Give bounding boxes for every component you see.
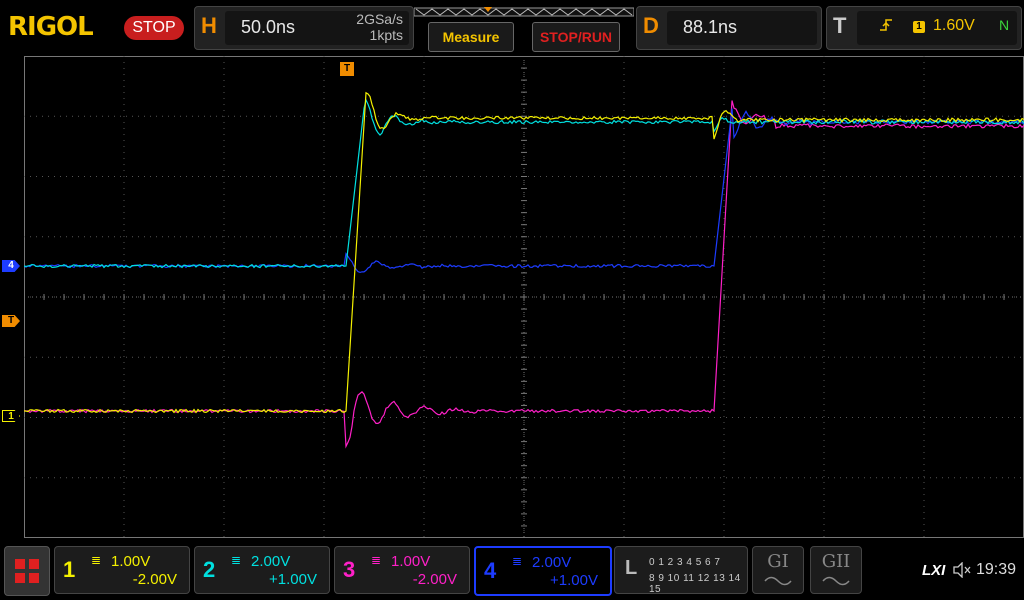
logic-key: L — [625, 557, 637, 580]
speaker-muted-icon[interactable] — [952, 562, 972, 582]
channel-3-scale: 1.00V — [391, 553, 430, 570]
channel-1-number: 1 — [63, 557, 75, 583]
channel-2-scale: 2.00V — [251, 553, 290, 570]
sine-wave-icon — [763, 574, 793, 588]
delay-panel[interactable]: D 88.1ns — [636, 6, 822, 50]
channel-4-number: 4 — [484, 558, 496, 584]
graticule — [24, 56, 1024, 538]
channel-2-panel[interactable]: 2 ≣ 2.00V +1.00V — [194, 546, 330, 594]
horizontal-key: H — [201, 13, 217, 39]
logic-channels-row1: 0 1 2 3 4 5 6 7 — [649, 557, 720, 568]
generator-2-button[interactable]: GII — [810, 546, 862, 594]
channel-1-offset: -2.00V — [133, 571, 177, 588]
trigger-level: 1.60V — [933, 17, 975, 35]
measure-button[interactable]: Measure — [428, 22, 514, 52]
channel-2-number: 2 — [203, 557, 215, 583]
logic-channels-row2: 8 9 10 11 12 13 14 15 — [649, 573, 747, 595]
channel-3-number: 3 — [343, 557, 355, 583]
menu-grid-icon — [5, 547, 49, 595]
trigger-panel[interactable]: T 1 1.60V N — [826, 6, 1022, 50]
generator-2-label: GII — [811, 551, 861, 572]
rigol-logo: RIGOL — [8, 12, 93, 42]
ch1-offset-marker[interactable]: 1 — [2, 410, 20, 422]
trigger-key: T — [833, 13, 846, 39]
memory-depth: 1kpts — [345, 27, 403, 43]
dc-coupling-icon: ≣ — [371, 553, 381, 567]
channel-4-scale: 2.00V — [532, 554, 571, 571]
main-menu-button[interactable] — [4, 546, 50, 596]
channel-3-panel[interactable]: 3 ≣ 1.00V -2.00V — [334, 546, 470, 594]
waveform-display[interactable] — [24, 56, 1024, 538]
run-status-badge[interactable]: STOP — [124, 16, 184, 40]
ch4-offset-marker[interactable]: 4 — [2, 260, 20, 272]
horizontal-panel[interactable]: H 50.0ns 2GSa/s 1kpts — [194, 6, 414, 50]
channel-4-trace — [24, 109, 1024, 273]
trigger-level-marker[interactable]: T — [2, 315, 20, 327]
channel-4-panel[interactable]: 4 ≣ 2.00V +1.00V — [474, 546, 612, 596]
sine-wave-icon — [821, 574, 851, 588]
system-clock: 19:39 — [976, 561, 1016, 579]
channel-1-panel[interactable]: 1 ≣ 1.00V -2.00V — [54, 546, 190, 594]
trigger-sweep-mode: N — [999, 17, 1009, 33]
channel-4-offset: +1.00V — [550, 572, 598, 589]
stop-run-button[interactable]: STOP/RUN — [532, 22, 620, 52]
timebase-value: 50.0ns — [241, 17, 295, 38]
dc-coupling-icon: ≣ — [91, 553, 101, 567]
trigger-source-badge: 1 — [913, 21, 925, 33]
delay-value: 88.1ns — [683, 17, 737, 38]
memory-position-bar — [414, 6, 634, 18]
generator-1-label: GI — [753, 551, 803, 572]
lxi-logo: LXI — [922, 562, 945, 579]
dc-coupling-icon: ≣ — [231, 553, 241, 567]
channel-2-offset: +1.00V — [269, 571, 317, 588]
trigger-position-marker-top[interactable]: T — [340, 62, 354, 76]
logic-analyzer-panel[interactable]: L 0 1 2 3 4 5 6 7 8 9 10 11 12 13 14 15 — [614, 546, 748, 594]
rising-edge-icon — [879, 17, 893, 36]
delay-key: D — [643, 13, 659, 39]
dc-coupling-icon: ≣ — [512, 554, 522, 568]
generator-1-button[interactable]: GI — [752, 546, 804, 594]
channel-1-scale: 1.00V — [111, 553, 150, 570]
channel-3-offset: -2.00V — [413, 571, 457, 588]
sample-rate: 2GSa/s — [345, 11, 403, 27]
